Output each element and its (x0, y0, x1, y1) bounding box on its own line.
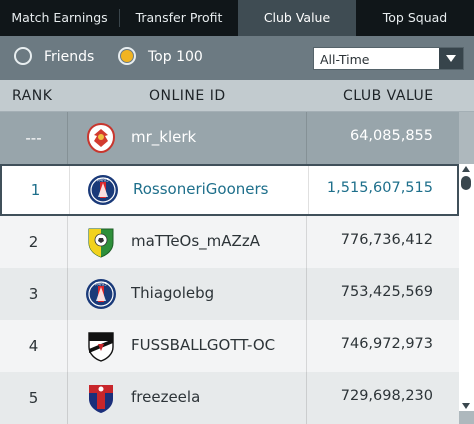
top100-radio[interactable] (118, 47, 136, 65)
scroll-down-arrow-icon[interactable] (462, 403, 470, 409)
scroll-thumb[interactable] (461, 176, 471, 190)
club-value-cell: 776,736,412 (340, 232, 433, 248)
tab-transfer-profit[interactable]: Transfer Profit (120, 0, 238, 36)
psg-crest-icon: PARIS (88, 175, 118, 205)
tab-match-earnings[interactable]: Match Earnings (0, 0, 119, 36)
column-divider (67, 372, 68, 424)
red-eagle-crest-icon (86, 122, 116, 154)
column-divider (306, 372, 307, 424)
table-row[interactable]: 3 PARIS Thiagolebg 753,425,569 (0, 268, 459, 320)
rank-cell: 2 (28, 233, 39, 251)
table-row[interactable]: 5 freezeela 729,698,230 (0, 372, 459, 424)
rank-cell: --- (25, 129, 42, 147)
column-divider (67, 268, 68, 320)
column-divider (67, 216, 68, 268)
table-header: RANK ONLINE ID CLUB VALUE (0, 80, 474, 112)
green-yellow-crest-icon (88, 228, 114, 258)
scroll-up-arrow-icon[interactable] (462, 166, 470, 172)
psg-crest-icon: PARIS (86, 279, 116, 309)
column-divider (69, 166, 70, 214)
column-divider (67, 112, 68, 164)
rank-cell: 5 (28, 389, 39, 407)
svg-text:PARIS: PARIS (97, 178, 109, 183)
online-id-cell: mr_klerk (131, 128, 197, 146)
club-value-cell: 64,085,855 (349, 128, 433, 144)
column-divider (306, 268, 307, 320)
rank-cell: 3 (28, 285, 39, 303)
online-id-cell: FUSSBALLGOTT-OC (131, 336, 276, 354)
table-row[interactable]: 4 FUSSBALLGOTT-OC 746,972,973 (0, 320, 459, 372)
rank-cell: 4 (28, 337, 39, 355)
friends-radio[interactable] (14, 47, 32, 65)
club-value-cell: 753,425,569 (340, 284, 433, 300)
online-id-cell: freezeela (131, 388, 201, 406)
club-value-cell: 729,698,230 (340, 388, 433, 404)
column-divider (306, 216, 307, 268)
column-divider (306, 320, 307, 372)
list-scrollbar[interactable] (459, 164, 474, 411)
online-id-cell: Thiagolebg (131, 284, 215, 302)
club-value-cell: 746,972,973 (340, 336, 433, 352)
column-divider (67, 320, 68, 372)
period-dropdown[interactable]: All-Time (313, 47, 464, 70)
column-divider (308, 166, 309, 214)
tab-bar: Match Earnings Transfer Profit Club Valu… (0, 0, 474, 36)
table-row[interactable]: 1 PARIS RossoneriGooners 1,515,607,515 (0, 164, 459, 216)
rank-cell: 1 (30, 181, 41, 199)
table-row[interactable]: 2 maTTeOs_mAZzA 776,736,412 (0, 216, 459, 268)
chevron-down-icon[interactable] (439, 48, 463, 69)
top100-label: Top 100 (148, 49, 203, 65)
period-dropdown-value: All-Time (320, 52, 370, 67)
rank-column-header: RANK (12, 88, 53, 104)
table-row-own[interactable]: --- mr_klerk 64,085,855 (0, 112, 459, 164)
online-id-column-header: ONLINE ID (149, 88, 226, 104)
online-id-cell: RossoneriGooners (133, 180, 269, 198)
filter-bar: Friends Top 100 All-Time (0, 36, 474, 80)
club-value-column-header: CLUB VALUE (343, 88, 434, 104)
svg-text:PARIS: PARIS (95, 282, 107, 287)
online-id-cell: maTTeOs_mAZzA (131, 232, 260, 250)
friends-label: Friends (44, 49, 95, 65)
red-blue-crest-icon (89, 385, 113, 413)
tab-top-squad[interactable]: Top Squad (356, 0, 474, 36)
column-divider (306, 112, 307, 164)
club-value-cell: 1,515,607,515 (326, 180, 433, 196)
tab-club-value[interactable]: Club Value (238, 0, 356, 36)
vasco-crest-icon (88, 332, 114, 362)
